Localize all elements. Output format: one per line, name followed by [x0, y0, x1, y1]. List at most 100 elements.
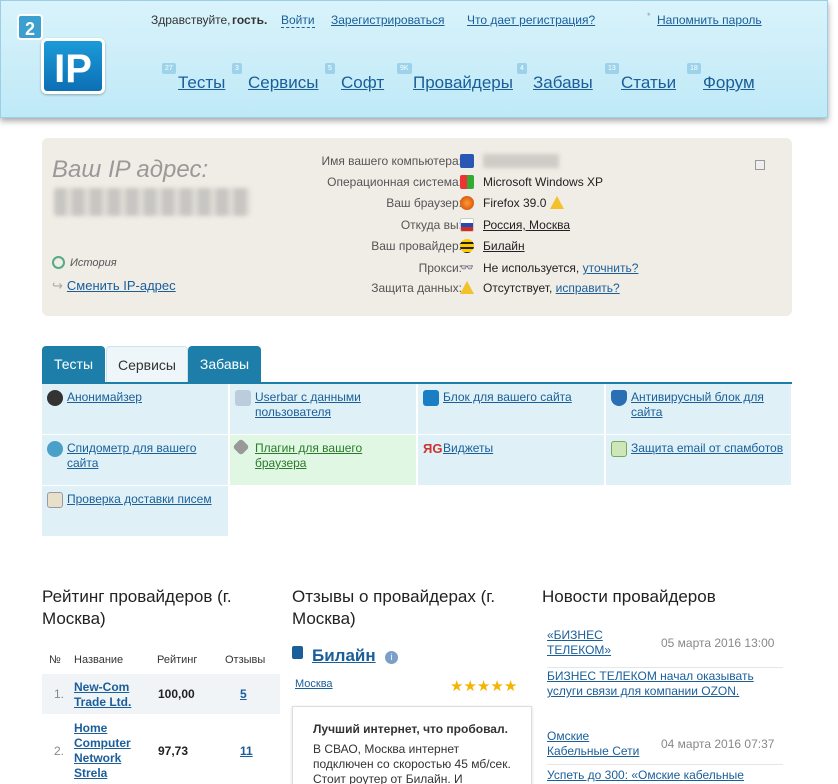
info-value: Microsoft Windows XP — [483, 175, 604, 189]
review-card-text: В СВАО, Москва интернет подключен со ско… — [313, 742, 511, 784]
news-item: Омские Кабельные Сети 04 марта 2016 07:3… — [547, 729, 783, 765]
site-logo[interactable]: IP 2 — [17, 14, 107, 96]
warning-icon — [460, 281, 474, 295]
info-row-proxy: Прокси: 👓 Не используется, уточнить? — [262, 259, 752, 279]
service-site-block[interactable]: Блок для вашего сайта — [418, 384, 605, 435]
nav-label[interactable]: Тесты — [178, 73, 225, 93]
change-ip-label[interactable]: Сменить IP-адрес — [67, 278, 176, 293]
service-label[interactable]: Спидометр для вашего сайта — [67, 441, 225, 471]
review-city-link[interactable]: Москва — [295, 678, 333, 690]
info-key: Операционная система: — [327, 175, 462, 189]
rating-title: Рейтинг провайдеров (г. Москва) — [42, 587, 232, 628]
news-date: 05 марта 2016 13:00 — [661, 636, 775, 650]
star-icon: ★ — [463, 678, 477, 695]
service-label[interactable]: Userbar с данными пользователя — [255, 390, 413, 420]
info-value-wrap: Firefox 39.0 — [483, 196, 565, 210]
location-link[interactable]: Россия, Москва — [483, 218, 570, 232]
service-label[interactable]: Блок для вашего сайта — [443, 390, 601, 405]
news-source-link[interactable]: Омские Кабельные Сети — [547, 729, 647, 759]
service-label[interactable]: Проверка доставки писем — [67, 492, 225, 507]
proxy-clarify-link[interactable]: уточнить? — [583, 261, 639, 275]
row-reviews-link[interactable]: 11 — [240, 744, 253, 758]
service-userbar[interactable]: Userbar с данными пользователя — [230, 384, 417, 435]
key-icon: * — [647, 11, 651, 21]
col-number: № — [49, 654, 61, 666]
guest-text: гость. — [232, 13, 268, 27]
review-provider-link[interactable]: Билайн — [312, 646, 376, 666]
service-label[interactable]: Защита email от спамботов — [631, 441, 789, 456]
col-rating: Рейтинг — [157, 654, 198, 666]
provider-link[interactable]: New-Com Trade Ltd. — [74, 680, 138, 710]
news-source-link[interactable]: «БИЗНЕС ТЕЛЕКОМ» — [547, 628, 637, 658]
tab-tests[interactable]: Тесты — [42, 346, 105, 382]
news-text-link[interactable]: БИЗНЕС ТЕЛЕКОМ начал оказывать услуги св… — [547, 669, 783, 699]
remind-password-link[interactable]: Напомнить пароль — [657, 13, 762, 27]
row-rating: 97,73 — [158, 744, 189, 758]
star-icon: ★ — [476, 678, 491, 695]
service-plugin[interactable]: Плагин для вашего браузера — [230, 435, 417, 486]
tab-fun[interactable]: Забавы — [188, 346, 261, 382]
info-row-provider: Ваш провайдер: Билайн — [262, 237, 752, 257]
nav-label[interactable]: Провайдеры — [413, 73, 513, 93]
logo-badge: 2 — [17, 14, 43, 40]
protection-fix-link[interactable]: исправить? — [556, 281, 620, 295]
info-value-wrap: Отсутствует, исправить? — [483, 281, 620, 295]
info-value: Firefox 39.0 — [483, 196, 547, 210]
shield-icon — [611, 390, 627, 406]
service-widgets[interactable]: ЯG Виджеты — [418, 435, 605, 486]
nav-label[interactable]: Забавы — [533, 73, 593, 93]
rating-stars: ★★★★★ — [450, 677, 517, 695]
info-value-wrap: Не используется, уточнить? — [483, 261, 638, 275]
news-date: 04 марта 2016 07:37 — [661, 737, 775, 751]
service-label[interactable]: Анонимайзер — [67, 390, 225, 405]
ip-address-blurred — [54, 188, 250, 216]
glasses-icon: 👓 — [460, 262, 474, 274]
service-mail-check[interactable]: Проверка доставки писем — [42, 486, 229, 537]
nav-label[interactable]: Софт — [341, 73, 384, 93]
firefox-icon — [460, 196, 474, 210]
info-key: Ваш провайдер: — [371, 239, 462, 253]
reviews-title: Отзывы о провайдерах (г. Москва) — [292, 587, 496, 628]
computer-name-blurred — [483, 154, 559, 168]
star-icon: ★ — [450, 678, 464, 695]
tab-services[interactable]: Сервисы — [106, 346, 188, 382]
nav-label[interactable]: Сервисы — [248, 73, 318, 93]
info-row-os: Операционная система: Microsoft Windows … — [262, 173, 752, 193]
service-email-protect[interactable]: Защита email от спамботов — [606, 435, 792, 486]
nav-label[interactable]: Форум — [703, 73, 755, 93]
why-register-link[interactable]: Что дает регистрация? — [467, 13, 595, 27]
register-link[interactable]: Зарегистрироваться — [331, 13, 444, 27]
login-link[interactable]: Войти — [281, 13, 315, 28]
news-text-link[interactable]: Успеть до 300: «Омские кабельные — [547, 768, 744, 783]
nav-badge: 13 — [605, 63, 619, 74]
news-title: Новости провайдеров — [542, 587, 716, 606]
arrow-icon: ↪ — [52, 278, 63, 293]
info-row-computer: Имя вашего компьютера: — [262, 152, 752, 172]
windows-icon — [460, 175, 474, 189]
history-link[interactable]: История — [52, 256, 117, 269]
change-ip-link[interactable]: ↪ Сменить IP-адрес — [52, 278, 176, 294]
logo-ip: IP — [41, 38, 105, 94]
nav-label[interactable]: Статьи — [621, 73, 676, 93]
row-reviews-link[interactable]: 5 — [240, 687, 247, 701]
provider-link[interactable]: Билайн — [483, 239, 525, 253]
service-label[interactable]: Плагин для вашего браузера — [255, 441, 413, 471]
service-anonymizer[interactable]: Анонимайзер — [42, 384, 229, 435]
mask-icon — [47, 390, 63, 406]
history-label: История — [70, 257, 117, 269]
info-key: Имя вашего компьютера: — [321, 154, 462, 168]
wrench-icon — [232, 438, 250, 456]
info-key: Защита данных: — [371, 281, 462, 295]
service-label[interactable]: Антивирусный блок для сайта — [631, 390, 789, 420]
star-icon: ★ — [503, 678, 518, 695]
service-speedometer[interactable]: Спидометр для вашего сайта — [42, 435, 229, 486]
service-antivirus[interactable]: Антивирусный блок для сайта — [606, 384, 792, 435]
review-card[interactable]: Лучший интернет, что пробовал. В СВАО, М… — [292, 706, 532, 784]
info-value: Не используется, — [483, 261, 580, 275]
expand-checkbox[interactable] — [755, 160, 765, 170]
help-icon: i — [385, 651, 398, 664]
provider-link[interactable]: Home Computer Network Strela — [74, 721, 138, 781]
news-item: БИЗНЕС ТЕЛЕКОМ начал оказывать услуги св… — [547, 669, 783, 705]
service-label[interactable]: Виджеты — [443, 441, 601, 456]
news-item: «БИЗНЕС ТЕЛЕКОМ» 05 марта 2016 13:00 — [547, 628, 783, 668]
